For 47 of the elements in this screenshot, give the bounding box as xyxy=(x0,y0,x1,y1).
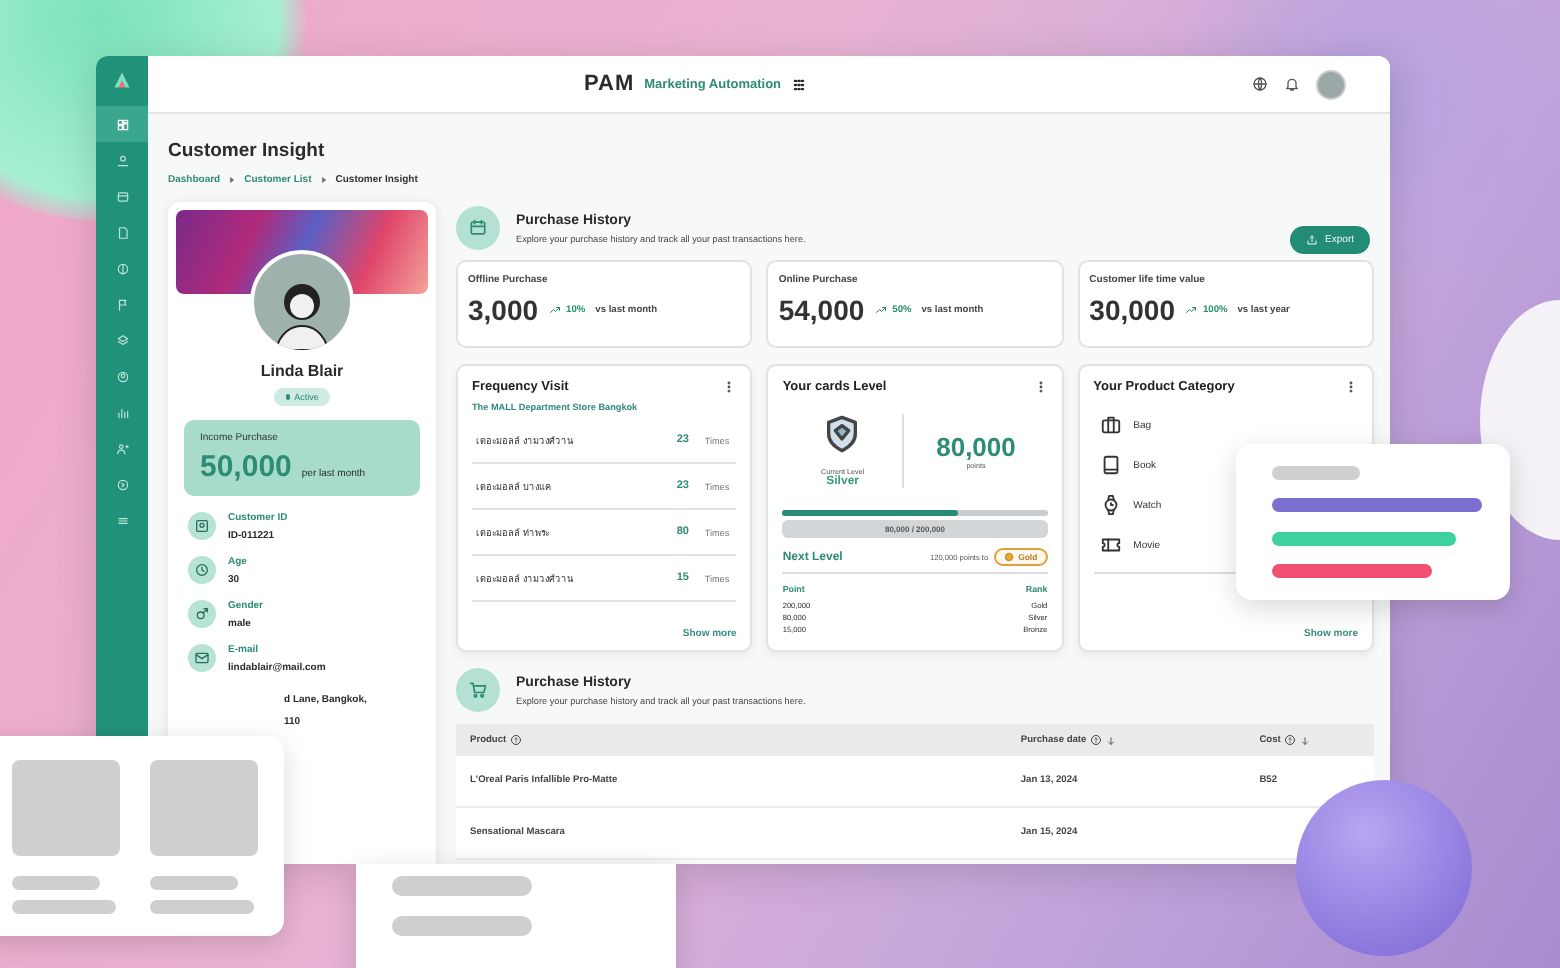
trend-up-icon xyxy=(1184,304,1199,316)
book-icon xyxy=(1099,454,1122,476)
card-icon xyxy=(115,189,129,203)
points-value: 80,000 xyxy=(936,431,1016,461)
user-add-icon xyxy=(115,441,129,455)
trend-up-icon xyxy=(548,304,563,316)
sidebar-item[interactable] xyxy=(96,106,148,142)
coin-icon xyxy=(1004,552,1015,562)
play-icon xyxy=(115,477,129,491)
dashboard-icon xyxy=(115,117,129,131)
help-icon xyxy=(1090,734,1103,746)
mail-icon xyxy=(194,650,210,666)
briefcase-icon xyxy=(1099,414,1122,436)
shield-icon xyxy=(822,413,863,453)
trend-up-icon xyxy=(874,304,889,316)
document-icon xyxy=(115,225,129,239)
watch-icon xyxy=(1099,494,1122,516)
globe-icon xyxy=(1252,76,1268,92)
pie-chart-icon xyxy=(115,261,129,275)
help-icon xyxy=(510,734,523,746)
user-circle-icon xyxy=(115,369,129,383)
sort-down-icon xyxy=(1300,735,1311,745)
avatar[interactable] xyxy=(1316,69,1346,99)
male-icon xyxy=(194,606,210,622)
stat-value: 3,000 xyxy=(468,294,539,326)
page-title: Customer Insight xyxy=(168,140,327,162)
ticket-icon xyxy=(1099,534,1122,556)
brand-logo: PAM xyxy=(584,72,635,96)
bell-icon xyxy=(1284,76,1300,92)
menu-icon xyxy=(115,513,129,527)
upload-icon xyxy=(1305,234,1318,246)
sort-down-icon xyxy=(1106,735,1117,745)
logo-icon xyxy=(112,70,132,90)
bar-chart-icon xyxy=(115,405,129,419)
user-icon xyxy=(115,153,129,167)
calendar-icon xyxy=(468,218,488,238)
cart-icon xyxy=(468,680,488,700)
layers-icon xyxy=(115,333,129,347)
id-card-icon xyxy=(194,518,210,534)
grid-icon xyxy=(791,77,806,91)
help-icon xyxy=(1284,734,1297,746)
stat-value: 54,000 xyxy=(778,294,865,326)
flag-icon xyxy=(115,297,129,311)
income-value: 50,000 xyxy=(200,450,292,484)
customer-name: Linda Blair xyxy=(260,362,344,380)
stat-value: 30,000 xyxy=(1089,294,1175,326)
clock-icon xyxy=(194,562,210,578)
